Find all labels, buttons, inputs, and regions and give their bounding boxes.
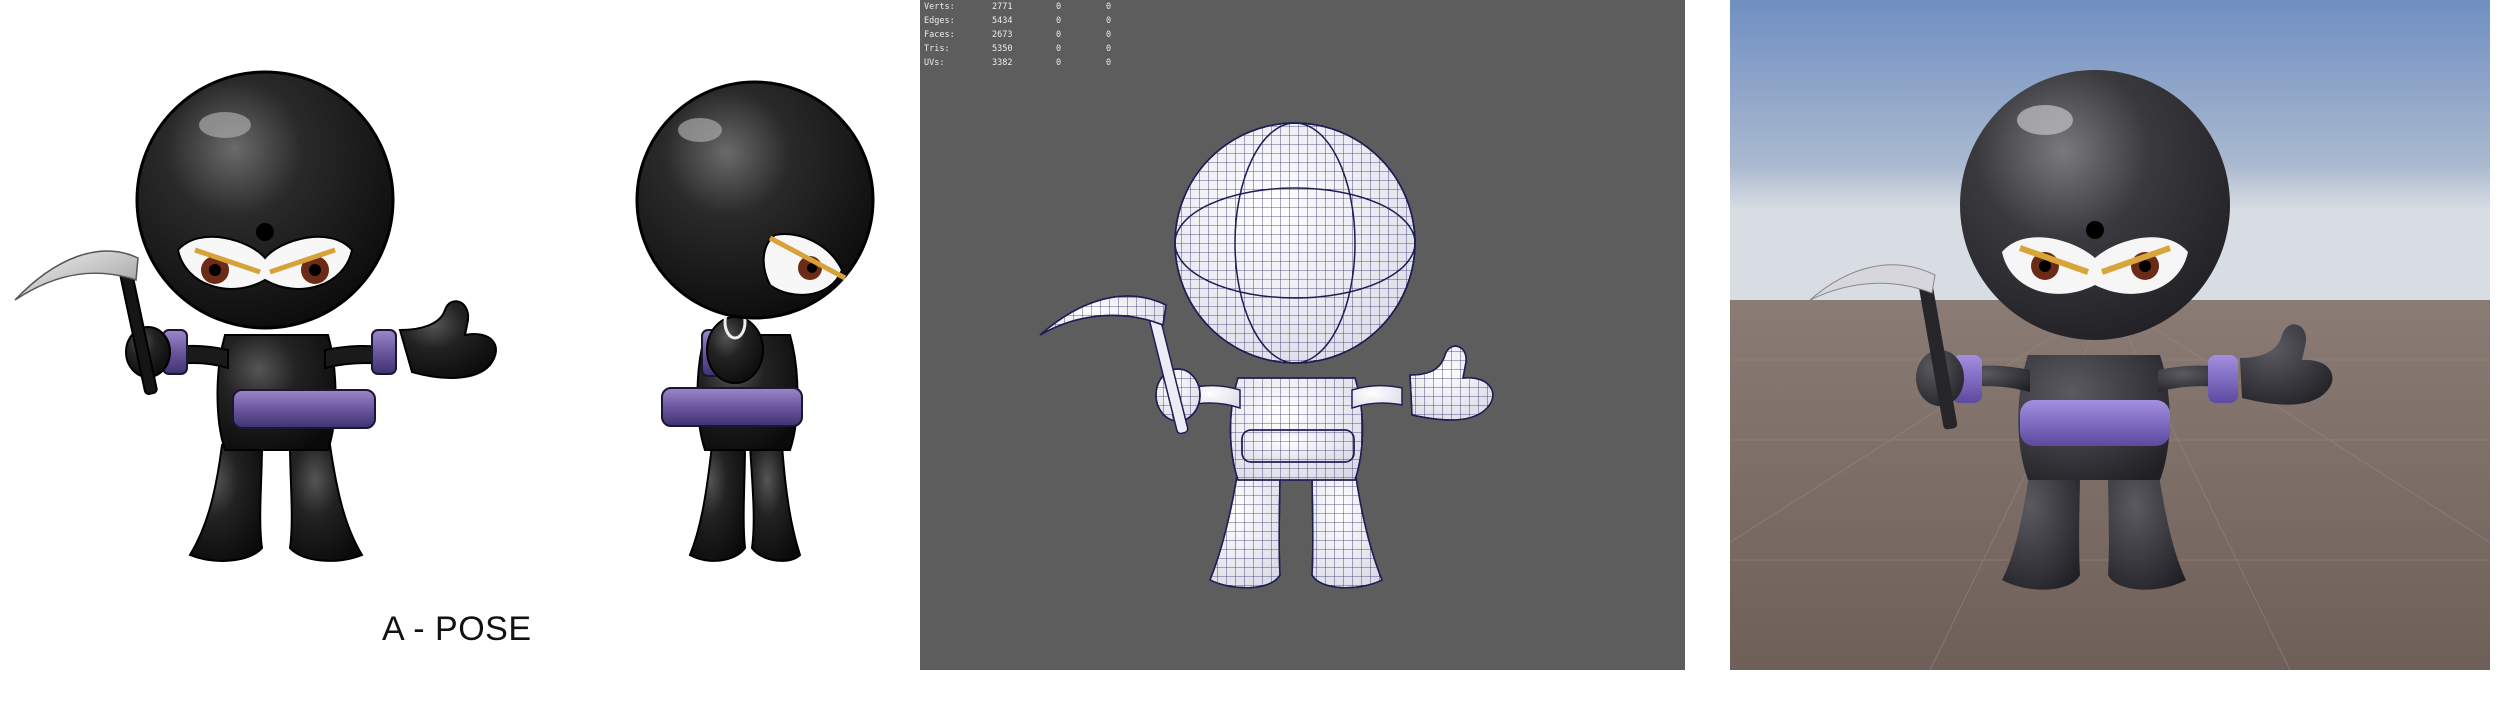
modeling-viewport[interactable]: Verts: 2771 0 0 Edges: 5434 0 0 Faces: 2… — [920, 0, 1685, 670]
ninja-concept-illustration — [14, 70, 875, 562]
wireframe-mesh — [1039, 122, 1494, 589]
ninja-3d-render — [1730, 0, 2490, 670]
concept-art-panel: A - POSE — [0, 0, 920, 714]
engine-render-panel — [1730, 0, 2490, 670]
side-view-figure — [635, 80, 875, 562]
front-view-figure — [14, 70, 497, 562]
wire-body — [1039, 122, 1494, 589]
a-pose-caption: A - POSE — [382, 610, 532, 648]
